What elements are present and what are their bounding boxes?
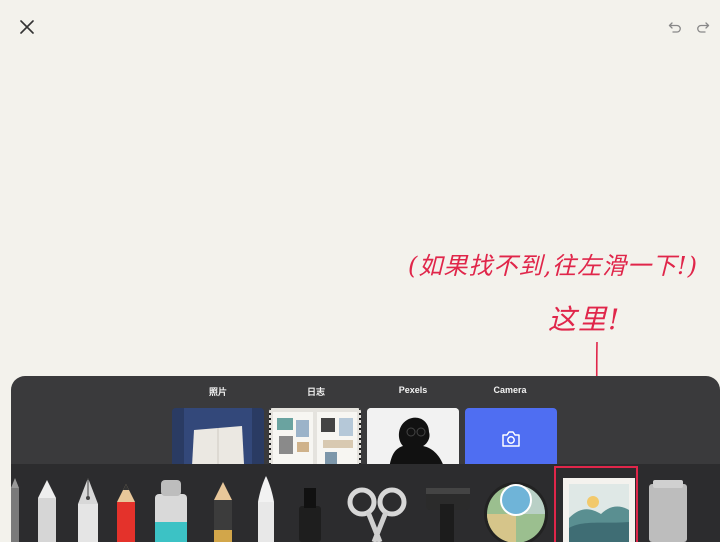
tab-pexels[interactable]: Pexels — [383, 385, 443, 395]
marker-tool[interactable] — [153, 480, 189, 542]
tape-roller-tool[interactable] — [424, 484, 476, 542]
tool-shelf — [11, 464, 720, 542]
paper-tool[interactable] — [649, 480, 689, 542]
scissors-tool[interactable] — [346, 484, 410, 542]
redo-icon — [697, 22, 710, 33]
ink-bottle-tool[interactable] — [295, 484, 325, 542]
color-picker-tool[interactable] — [482, 474, 550, 542]
undo-icon — [668, 22, 681, 33]
pexels-thumbnail[interactable] — [367, 408, 459, 470]
tab-journal[interactable]: 日志 — [286, 385, 346, 398]
media-tray: 照片 日志 Pexels Camera — [11, 376, 720, 542]
tab-photos[interactable]: 照片 — [188, 385, 248, 398]
camera-icon — [502, 431, 520, 447]
tray-tabs: 照片 日志 Pexels Camera — [11, 376, 720, 408]
pencil-2-tool[interactable] — [212, 480, 234, 542]
fountain-pen-tool[interactable] — [75, 476, 101, 542]
annotation-hint: (如果找不到,往左滑一下!) — [408, 252, 698, 280]
camera-tile[interactable] — [465, 408, 557, 470]
close-icon — [20, 20, 34, 34]
journal-thumbnail[interactable] — [269, 408, 361, 470]
annotation-here: 这里! — [548, 303, 622, 336]
edge-tool[interactable] — [11, 478, 21, 542]
redo-button[interactable] — [690, 14, 716, 40]
photo-thumbnail[interactable] — [172, 408, 264, 470]
image-tool-highlight — [554, 466, 638, 542]
pencil-tool[interactable] — [115, 482, 137, 542]
brush-tool[interactable] — [254, 476, 278, 542]
close-button[interactable] — [14, 14, 40, 40]
eraser-tool[interactable] — [36, 478, 58, 542]
undo-button[interactable] — [662, 14, 688, 40]
tab-camera[interactable]: Camera — [480, 385, 540, 395]
